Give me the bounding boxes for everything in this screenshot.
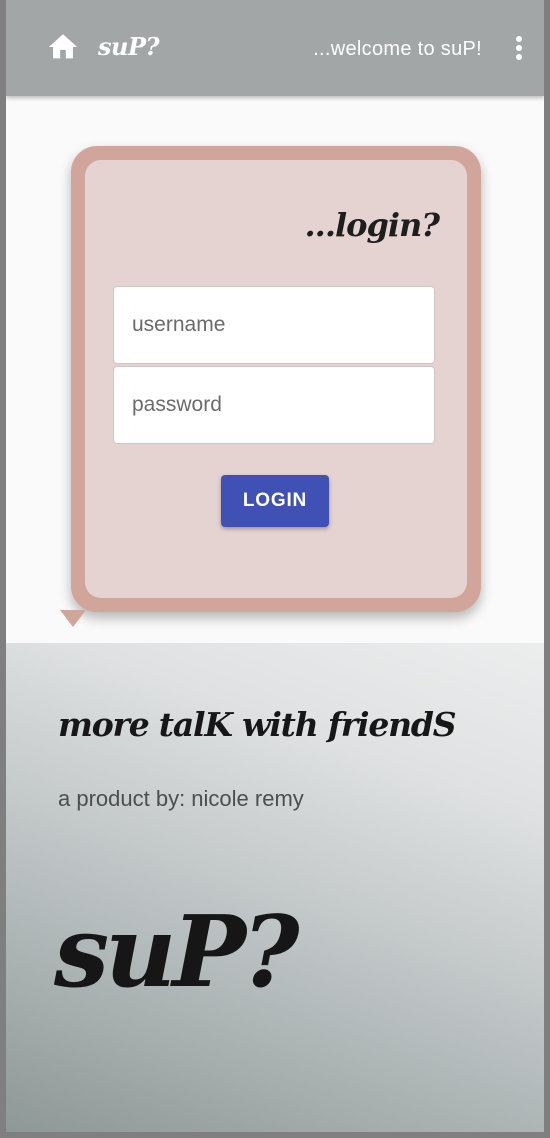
home-button[interactable]	[46, 30, 80, 64]
hero-byline: a product by: nicole remy	[58, 786, 304, 811]
brand-logo[interactable]: suP?	[98, 32, 160, 61]
password-input[interactable]	[113, 366, 435, 444]
login-card-body: ...login? LOGIN	[85, 160, 467, 598]
home-icon	[48, 34, 78, 59]
more-vert-icon	[512, 36, 526, 60]
app-bar: suP? ...welcome to suP!	[6, 0, 544, 96]
hero-tagline: more talK with friendS	[58, 705, 457, 744]
app-frame: suP? ...welcome to suP! ...login? LOGIN …	[6, 0, 544, 1132]
hero-section: more talK with friendS a product by: nic…	[6, 643, 544, 1132]
hero-logo: suP?	[54, 895, 300, 1010]
login-card: ...login? LOGIN	[71, 146, 481, 612]
speech-bubble-tail	[60, 610, 86, 627]
login-button[interactable]: LOGIN	[221, 475, 329, 527]
username-input[interactable]	[113, 286, 435, 364]
welcome-text: ...welcome to suP!	[313, 38, 482, 60]
login-title: ...login?	[304, 206, 440, 244]
more-menu-button[interactable]	[512, 36, 526, 64]
